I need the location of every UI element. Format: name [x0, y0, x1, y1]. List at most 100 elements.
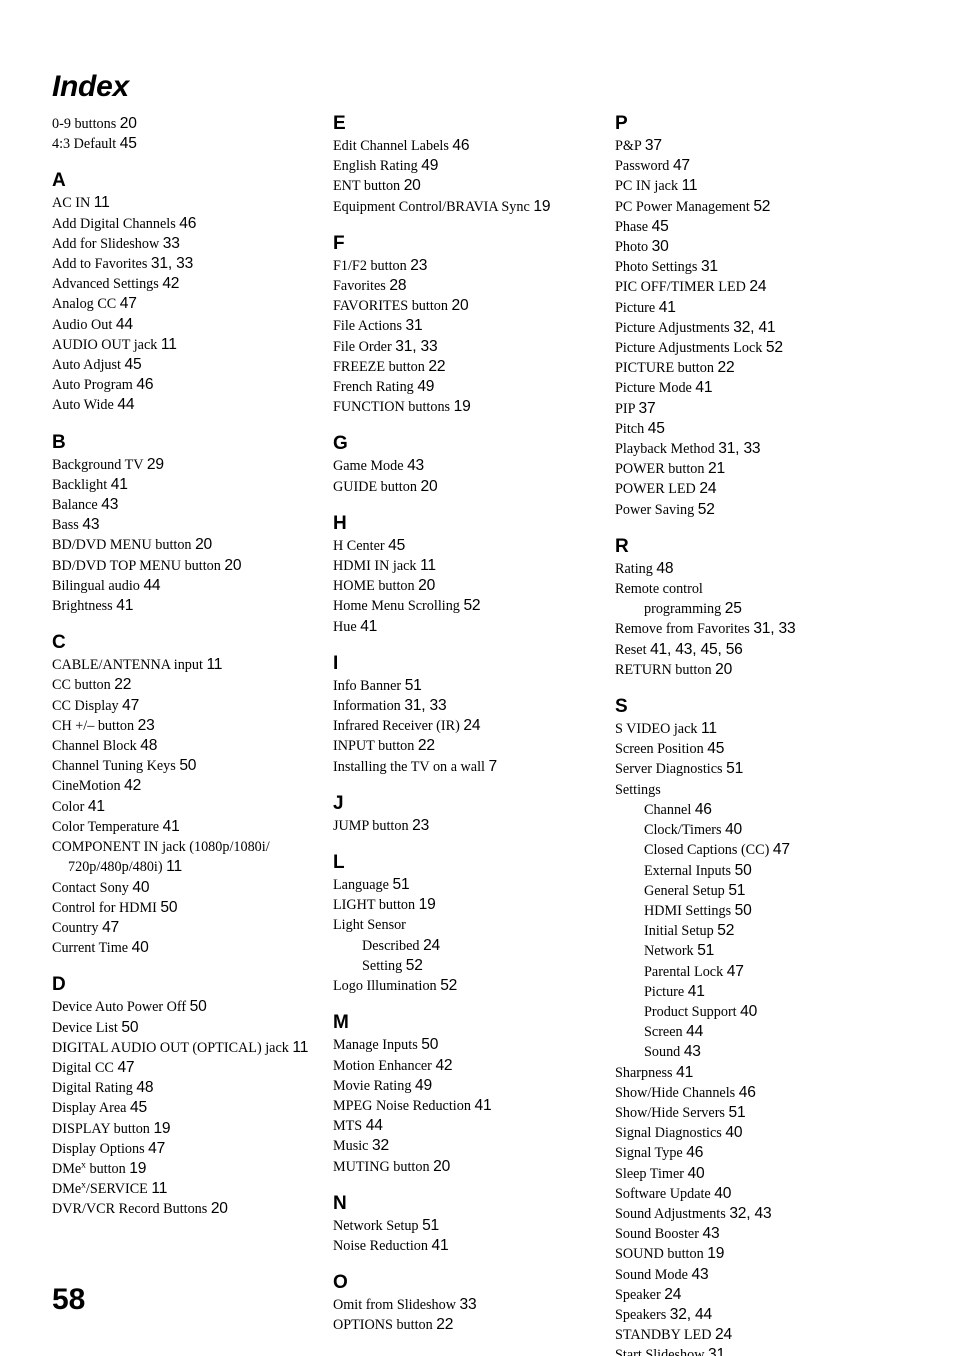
index-entry: CC Display 47 [52, 696, 314, 716]
index-entry: Music 32 [333, 1136, 595, 1156]
index-entry: Bass 43 [52, 515, 314, 535]
index-entry-label: Channel [644, 801, 692, 818]
index-entry-pages: 40 [725, 821, 743, 839]
index-letter-heading: I [333, 652, 339, 674]
index-entry: SOUND button 19 [615, 1244, 895, 1264]
index-entry-pages: 41 [687, 982, 705, 1000]
index-entry-pages: 46 [686, 1144, 704, 1162]
index-entry-pages: 41 [116, 597, 134, 615]
index-entry-label: Hue [333, 618, 357, 635]
index-entry-label: Power Saving [615, 501, 695, 518]
index-entry: Analog CC 47 [52, 294, 314, 314]
index-entry-pages: 40 [714, 1184, 732, 1202]
index-entry-pages: 24 [423, 936, 441, 954]
index-subentry: Channel 46 [615, 800, 895, 820]
index-subentry: Described 24 [333, 936, 595, 956]
index-entry: Device Auto Power Off 50 [52, 997, 314, 1017]
index-letter-heading: R [615, 535, 629, 557]
index-entry-pages: 45 [651, 217, 669, 235]
index-entry-label: FREEZE button [333, 358, 425, 375]
index-entry-pages: 32 [372, 1137, 389, 1155]
index-entry-label: Picture Adjustments Lock [615, 340, 763, 357]
index-entry-pages: 41, 43, 45, 56 [650, 640, 743, 658]
index-entry: Device List 50 [52, 1018, 314, 1038]
index-entry: Remove from Favorites 31, 33 [615, 619, 895, 639]
index-entry: Speakers 32, 44 [615, 1305, 895, 1325]
index-entry-label: Sound [644, 1044, 681, 1061]
index-entry-label: Sound Mode [615, 1266, 688, 1283]
page-title: Index [52, 70, 129, 103]
index-entry-pages: 20 [420, 477, 438, 495]
index-entry-label: Add to Favorites [52, 256, 148, 273]
index-entry-pages: 31, 33 [150, 255, 194, 273]
index-entry-pages: 41 [110, 475, 128, 493]
index-entry: Edit Channel Labels 46 [333, 136, 595, 156]
index-entry-label: General Setup [644, 882, 725, 899]
index-entry: Noise Reduction 41 [333, 1236, 595, 1256]
index-entry-label: CC button [52, 677, 111, 694]
index-entry-pages: 25 [724, 600, 742, 618]
index-entry-label: HDMI Settings [644, 902, 732, 919]
index-entry-pages: 22 [436, 1316, 454, 1334]
index-entry: Color Temperature 41 [52, 817, 314, 837]
index-entry: Phase 45 [615, 217, 895, 237]
index-entry-label: CC Display [52, 697, 119, 714]
index-entry: Color 41 [52, 797, 314, 817]
index-entry-label: Motion Enhancer [333, 1057, 432, 1074]
index-entry: Installing the TV on a wall 7 [333, 757, 595, 777]
index-entry-pages: 46 [694, 800, 712, 818]
index-entry-label: programming [644, 601, 722, 618]
index-entry-pages: 41 [431, 1236, 449, 1254]
index-entry-label: Light Sensor [333, 917, 406, 934]
index-entry-label: Home Menu Scrolling [333, 598, 460, 615]
index-entry-pages: 52 [463, 597, 481, 615]
index-entry: Power Saving 52 [615, 500, 895, 520]
index-entry-pages: 42 [435, 1056, 453, 1074]
index-entry-label: MTS [333, 1118, 363, 1135]
index-entry-label: BD/DVD MENU button [52, 537, 192, 554]
index-letter-heading: B [52, 431, 66, 453]
index-entry: File Order 31, 33 [333, 337, 595, 357]
index-entry-pages: 40 [740, 1002, 758, 1020]
index-entry: Channel Block 48 [52, 736, 314, 756]
index-letter-heading: F [333, 232, 345, 254]
index-subentry: Setting 52 [333, 956, 595, 976]
index-entry: Add to Favorites 31, 33 [52, 254, 314, 274]
index-entry-pages: 45 [707, 740, 725, 758]
index-entry-pages: 52 [753, 197, 771, 215]
index-entry-pages: 22 [717, 359, 735, 377]
index-entry: Screen Position 45 [615, 739, 895, 759]
index-letter-heading: J [333, 792, 344, 814]
index-entry-pages: 33 [162, 234, 180, 252]
index-entry-pages: 42 [162, 275, 180, 293]
index-entry-pages: 45 [124, 356, 142, 374]
index-entry-pages: 11 [160, 335, 177, 353]
index-entry-label: Country [52, 919, 99, 936]
index-entry-label: HOME button [333, 578, 415, 595]
index-entry-label: Advanced Settings [52, 276, 159, 293]
index-entry-pages: 43 [683, 1043, 701, 1061]
index-letter-heading: O [333, 1272, 348, 1294]
index-letter-heading: H [333, 512, 347, 534]
index-entry: OPTIONS button 22 [333, 1315, 595, 1335]
index-entry-pages: 31 [700, 258, 718, 276]
index-entry-pages: 40 [131, 939, 149, 957]
index-entry-pages: 50 [734, 901, 752, 919]
index-entry: English Rating 49 [333, 156, 595, 176]
index-entry: Control for HDMI 50 [52, 898, 314, 918]
index-entry: PIC OFF/TIMER LED 24 [615, 277, 895, 297]
index-entry-pages: 20 [195, 536, 213, 554]
index-entry-pages: 51 [404, 676, 422, 694]
index-entry-label: Bilingual audio [52, 577, 140, 594]
index-entry-pages: 31 [708, 1346, 725, 1356]
index-entry: Password 47 [615, 156, 895, 176]
index-entry-pages: 33 [459, 1296, 477, 1314]
index-entry: Game Mode 43 [333, 456, 595, 476]
index-entry: INPUT button 22 [333, 736, 595, 756]
index-entry: Settings [615, 780, 895, 800]
index-entry-label: Background TV [52, 456, 144, 473]
index-entry: Picture 41 [615, 298, 895, 318]
index-entry-pages: 40 [725, 1124, 743, 1142]
index-entry-label: English Rating [333, 158, 418, 175]
index-entry-label: Favorites [333, 278, 386, 295]
